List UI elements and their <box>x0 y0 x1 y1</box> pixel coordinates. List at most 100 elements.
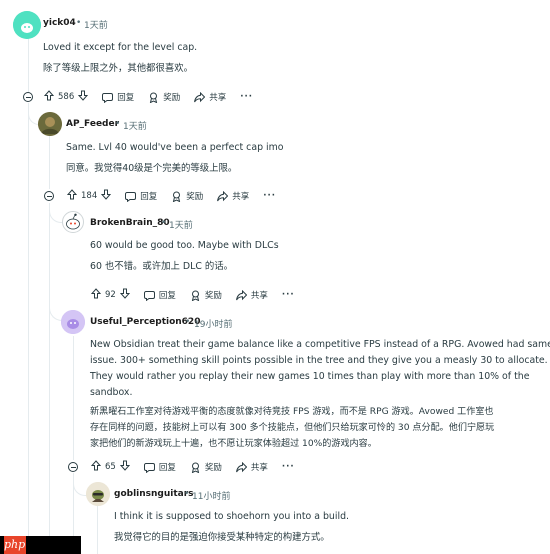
award-icon <box>190 290 201 301</box>
comment-actions: 586 回复 奖励 共享 ··· <box>43 88 267 106</box>
comment-text-zh-line2: 存在同样的问题，技能树上可以有 300 多个技能点，但他们只给玩家可怜的 30 … <box>90 423 495 433</box>
reply-label: 回复 <box>140 192 158 202</box>
share-button[interactable]: 共享 <box>217 190 249 202</box>
share-button[interactable]: 共享 <box>194 91 226 103</box>
arrow-up-icon[interactable] <box>43 90 55 104</box>
arrow-down-icon[interactable] <box>101 189 112 203</box>
comment-text-en-line4: sandbox. <box>90 387 133 398</box>
reply-label: 回复 <box>158 463 176 473</box>
comment-text-zh: 60 也不错。或许加上 DLC 的话。 <box>90 261 233 272</box>
snoo-avatar-icon <box>61 310 85 334</box>
thread-line-root-2 <box>28 103 29 554</box>
collapse-button[interactable] <box>23 92 33 102</box>
speech-bubble-icon <box>143 290 155 301</box>
snoo-avatar-icon <box>66 213 80 230</box>
share-label: 共享 <box>209 93 227 103</box>
thread-curve-3 <box>49 210 62 321</box>
avatar-yick04[interactable] <box>13 11 41 39</box>
comment-text-zh: 除了等级上限之外，其他都很喜欢。 <box>43 63 194 74</box>
share-button[interactable]: 共享 <box>235 461 268 473</box>
comment-actions: 65 回复 奖励 共享 ··· <box>90 458 309 476</box>
share-label: 共享 <box>250 463 268 473</box>
comment-author[interactable]: Useful_Perception620 <box>90 317 200 327</box>
reply-button[interactable]: 回复 <box>102 91 134 103</box>
collapse-button[interactable] <box>44 191 54 201</box>
arrow-down-icon[interactable] <box>119 288 130 302</box>
comment-author[interactable]: yick04 <box>43 18 76 28</box>
award-icon <box>171 191 182 202</box>
arrow-down-icon[interactable] <box>119 460 130 474</box>
arrow-down-icon[interactable] <box>78 90 89 104</box>
more-options-button[interactable]: ··· <box>263 191 276 201</box>
thread-line-2 <box>49 136 50 189</box>
vote-group: 184 <box>66 189 112 203</box>
more-options-button[interactable]: ··· <box>282 290 295 300</box>
watermark-text: php <box>4 538 26 551</box>
avatar-useful-perception[interactable] <box>61 310 85 334</box>
arrow-up-icon[interactable] <box>90 288 102 302</box>
comment-text-zh-line1: 新黑曜石工作室对待游戏平衡的态度就像对待竞技 FPS 游戏，而不是 RPG 游戏… <box>90 407 494 417</box>
comment-time[interactable]: 1天前 <box>123 119 147 132</box>
comment-actions: 92 回复 奖励 共享 ··· <box>90 286 309 304</box>
comment-author[interactable]: goblinsnguitars <box>114 489 194 499</box>
comment-text-en: 60 would be good too. Maybe with DLCs <box>90 240 279 251</box>
speech-bubble-icon <box>143 462 155 473</box>
award-button[interactable]: 奖励 <box>171 190 203 202</box>
share-button[interactable]: 共享 <box>235 289 268 301</box>
comment-time[interactable]: 19小时前 <box>194 317 232 330</box>
share-label: 共享 <box>232 192 250 202</box>
award-button[interactable]: 奖励 <box>190 289 222 301</box>
separator-dot: • <box>76 18 82 28</box>
more-options-button[interactable]: ··· <box>282 462 295 472</box>
reply-label: 回复 <box>158 291 176 301</box>
speech-bubble-icon <box>125 191 137 202</box>
comment-time[interactable]: 1天前 <box>84 18 108 31</box>
arrow-up-icon[interactable] <box>90 460 102 474</box>
avatar-brokenbrain[interactable] <box>62 211 84 233</box>
separator-dot: • <box>185 317 191 327</box>
more-options-button[interactable]: ··· <box>240 92 253 102</box>
award-label: 奖励 <box>163 93 181 103</box>
thread-curve-4 <box>73 473 87 496</box>
share-icon <box>235 289 247 301</box>
share-icon <box>194 91 206 103</box>
reply-label: 回复 <box>117 93 135 103</box>
award-button[interactable]: 奖励 <box>148 91 180 103</box>
comment-text-en-line3: They would rather you replay their new g… <box>90 371 530 382</box>
thread-line-root <box>28 36 29 96</box>
award-icon <box>148 92 159 103</box>
thread-line-5 <box>97 506 98 554</box>
comment-text-zh: 我觉得它的目的是强迫你接受某种特定的构建方式。 <box>114 532 330 543</box>
award-icon <box>190 462 201 473</box>
award-button[interactable]: 奖励 <box>190 461 222 473</box>
vote-group: 65 <box>90 460 130 474</box>
comment-text-zh: 同意。我觉得40级是个完美的等级上限。 <box>66 163 238 174</box>
separator-dot: • <box>161 218 167 228</box>
comment-text-zh-line3: 家把他们的新游戏玩上十遍，也不愿让玩家体验超过 10%的游戏内容。 <box>90 439 377 449</box>
speech-bubble-icon <box>102 92 114 103</box>
vote-count: 184 <box>81 191 98 201</box>
avatar-ap-feeder[interactable] <box>38 112 62 136</box>
comment-text-en-line1: New Obsidian treat their game balance li… <box>90 339 550 350</box>
comment-author[interactable]: AP_Feeder <box>66 119 119 129</box>
comment-text-en: Same. Lvl 40 would've been a perfect cap… <box>66 142 284 153</box>
avatar-goblinsnguitars[interactable] <box>86 482 110 506</box>
comment-author[interactable]: BrokenBrain_80 <box>90 218 170 228</box>
reply-button[interactable]: 回复 <box>143 461 176 473</box>
comment-time[interactable]: 11小时前 <box>192 489 230 502</box>
collapse-button[interactable] <box>68 462 78 472</box>
reply-button[interactable]: 回复 <box>143 289 176 301</box>
user-photo-icon <box>38 112 62 136</box>
snoo-avatar-icon <box>13 11 41 39</box>
award-label: 奖励 <box>204 291 222 301</box>
vote-group: 92 <box>90 288 130 302</box>
reply-button[interactable]: 回复 <box>125 190 157 202</box>
comment-time[interactable]: 1天前 <box>169 218 193 231</box>
snoo-avatar-icon <box>86 482 110 506</box>
comment-text-en: Loved it except for the level cap. <box>43 42 198 53</box>
thread-line-4 <box>73 336 74 460</box>
vote-group: 586 <box>43 90 89 104</box>
arrow-up-icon[interactable] <box>66 189 78 203</box>
comment-text-en: I think it is supposed to shoehorn you i… <box>114 511 350 522</box>
vote-count: 92 <box>105 290 116 300</box>
